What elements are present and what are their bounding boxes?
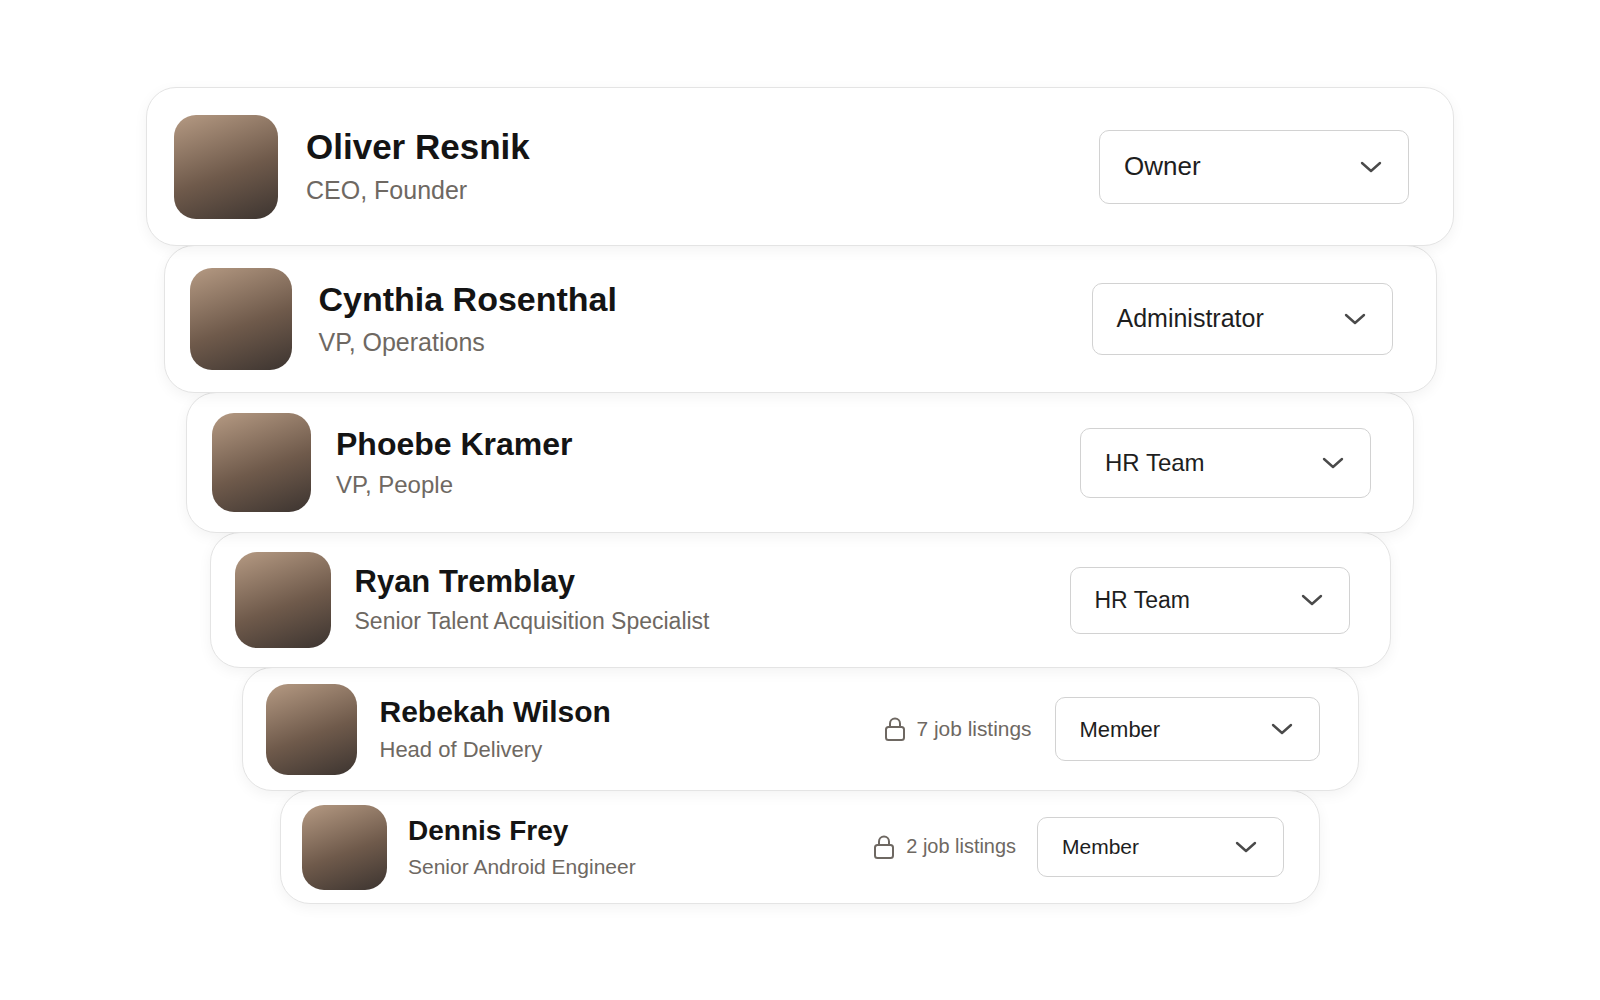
role-dropdown[interactable]: Owner (1099, 130, 1409, 204)
role-value: Owner (1124, 147, 1201, 186)
member-name: Dennis Frey (408, 814, 851, 848)
chevron-down-icon (1233, 839, 1259, 855)
member-name: Rebekah Wilson (380, 694, 860, 730)
role-value: Administrator (1117, 300, 1264, 338)
lock-icon (883, 716, 907, 742)
member-card: Oliver Resnik CEO, Founder Owner (146, 87, 1454, 246)
member-title: Senior Android Engineer (408, 853, 851, 880)
lock-icon (872, 834, 896, 860)
role-value: Member (1062, 831, 1139, 863)
member-title: VP, Operations (319, 326, 1065, 359)
job-listings: 7 job listings (883, 713, 1032, 744)
chevron-down-icon (1320, 455, 1346, 471)
member-info: Rebekah Wilson Head of Delivery (380, 694, 860, 765)
avatar-photo (212, 413, 311, 512)
chevron-down-icon (1269, 721, 1295, 737)
role-dropdown[interactable]: Member (1055, 697, 1320, 761)
member-list: Oliver Resnik CEO, Founder Owner Cynthia Ro… (0, 0, 1600, 944)
role-dropdown[interactable]: HR Team (1070, 567, 1350, 634)
avatar-photo (174, 115, 278, 219)
job-listings-count: 2 job listings (906, 832, 1016, 862)
job-listings-count: 7 job listings (917, 713, 1032, 744)
member-info: Cynthia Rosenthal VP, Operations (319, 279, 1065, 358)
member-info: Oliver Resnik CEO, Founder (306, 126, 1071, 207)
member-title: CEO, Founder (306, 174, 1071, 207)
role-value: Member (1080, 713, 1161, 746)
chevron-down-icon (1358, 159, 1384, 175)
member-name: Cynthia Rosenthal (319, 279, 1065, 320)
member-card: Ryan Tremblay Senior Talent Acquisition S… (210, 532, 1391, 668)
member-name: Oliver Resnik (306, 126, 1071, 168)
chevron-down-icon (1299, 592, 1325, 608)
member-title: Head of Delivery (380, 736, 860, 765)
role-dropdown[interactable]: Member (1037, 817, 1284, 877)
avatar-photo (302, 805, 387, 890)
member-info: Dennis Frey Senior Android Engineer (408, 814, 851, 881)
member-info: Phoebe Kramer VP, People (336, 425, 1055, 501)
avatar-photo (266, 684, 357, 775)
role-value: HR Team (1105, 445, 1205, 481)
member-card: Cynthia Rosenthal VP, Operations Administr… (164, 245, 1437, 393)
member-card: Dennis Frey Senior Android Engineer 2 job … (280, 790, 1320, 904)
member-info: Ryan Tremblay Senior Talent Acquisition S… (355, 563, 1046, 636)
member-name: Ryan Tremblay (355, 563, 1046, 600)
member-name: Phoebe Kramer (336, 425, 1055, 463)
job-listings: 2 job listings (872, 832, 1016, 862)
member-title: VP, People (336, 469, 1055, 500)
role-value: HR Team (1095, 583, 1190, 618)
role-dropdown[interactable]: HR Team (1080, 428, 1371, 498)
member-card: Rebekah Wilson Head of Delivery 7 job list… (242, 667, 1359, 791)
member-card: Phoebe Kramer VP, People HR Team (186, 392, 1414, 533)
avatar-photo (190, 268, 292, 370)
chevron-down-icon (1342, 311, 1368, 327)
role-dropdown[interactable]: Administrator (1092, 283, 1393, 355)
member-title: Senior Talent Acquisition Specialist (355, 607, 1046, 637)
avatar-photo (235, 552, 331, 648)
